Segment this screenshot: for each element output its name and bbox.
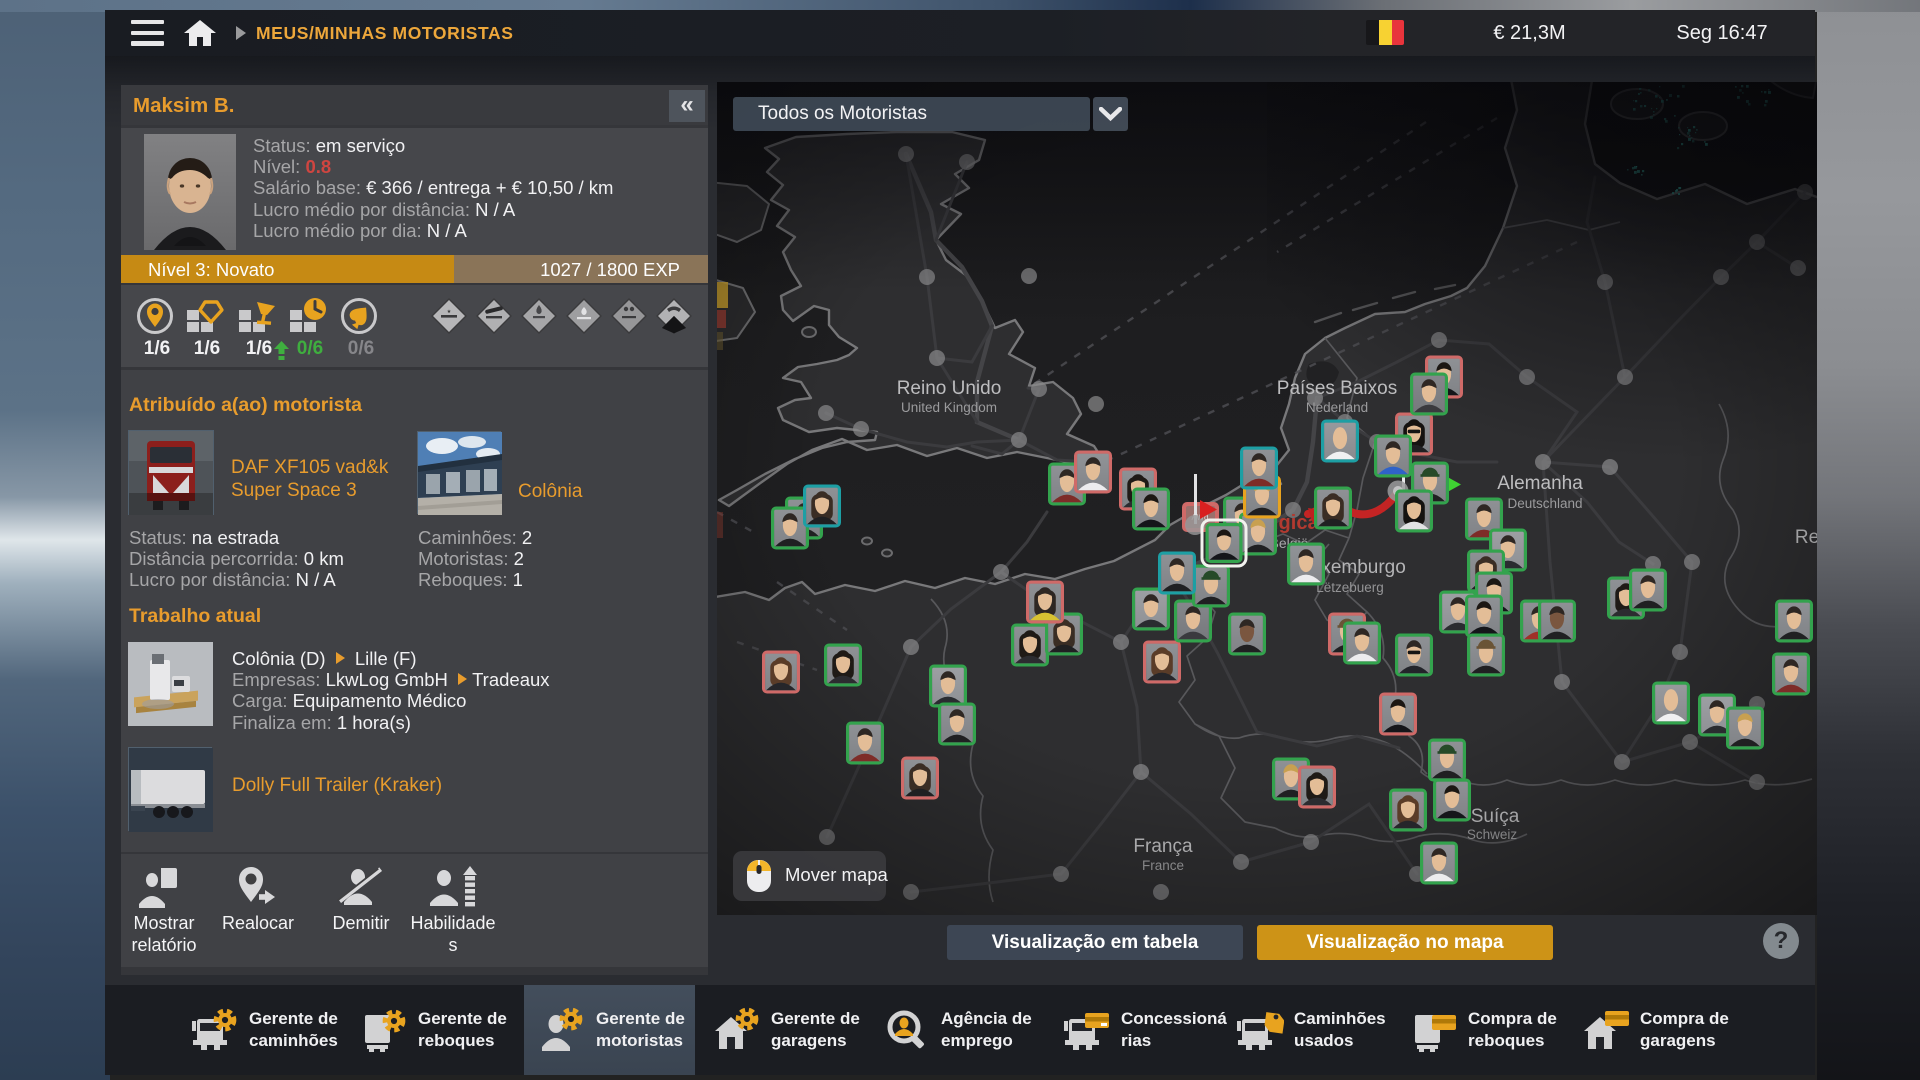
svg-text:★: ★ — [447, 309, 452, 315]
